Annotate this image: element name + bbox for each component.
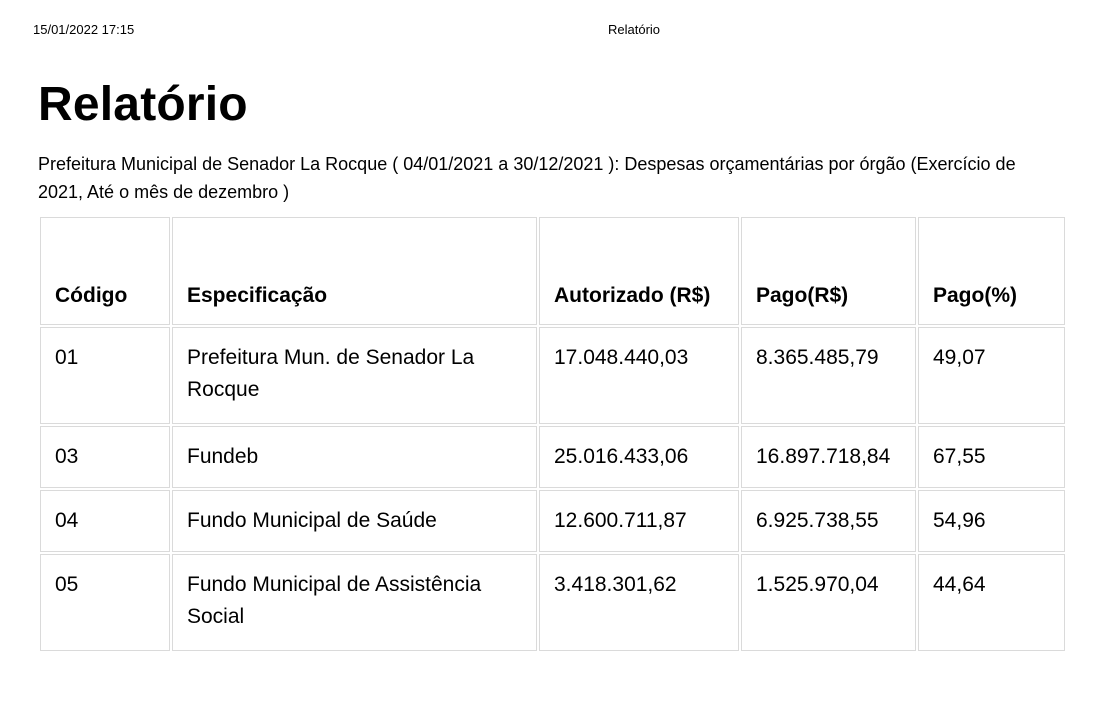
cell-codigo: 03: [40, 426, 170, 488]
cell-codigo: 04: [40, 490, 170, 552]
cell-autorizado: 25.016.433,06: [539, 426, 739, 488]
print-header: 15/01/2022 17:15 Relatório: [0, 22, 1101, 40]
print-datetime: 15/01/2022 17:15: [33, 22, 135, 37]
cell-pago-percentual: 49,07: [918, 327, 1065, 424]
cell-pago-percentual: 54,96: [918, 490, 1065, 552]
cell-pago-valor: 8.365.485,79: [741, 327, 916, 424]
cell-pago-percentual: 44,64: [918, 554, 1065, 651]
cell-pago-valor: 6.925.738,55: [741, 490, 916, 552]
cell-especificacao: Prefeitura Mun. de Senador La Rocque: [172, 327, 537, 424]
report-subtitle: Prefeitura Municipal de Senador La Rocqu…: [38, 154, 1016, 202]
expenses-table: Código Especificação Autorizado (R$) Pag…: [38, 215, 1067, 653]
column-header-codigo: Código: [40, 217, 170, 325]
cell-autorizado: 12.600.711,87: [539, 490, 739, 552]
table-row: 05 Fundo Municipal de Assistência Social…: [40, 554, 1065, 651]
column-header-autorizado: Autorizado (R$): [539, 217, 739, 325]
column-header-pago-percentual: Pago(%): [918, 217, 1065, 325]
cell-codigo: 01: [40, 327, 170, 424]
table-row: 03 Fundeb 25.016.433,06 16.897.718,84 67…: [40, 426, 1065, 488]
cell-especificacao: Fundeb: [172, 426, 537, 488]
cell-autorizado: 3.418.301,62: [539, 554, 739, 651]
cell-pago-percentual: 67,55: [918, 426, 1065, 488]
table-row: 04 Fundo Municipal de Saúde 12.600.711,8…: [40, 490, 1065, 552]
cell-autorizado: 17.048.440,03: [539, 327, 739, 424]
cell-especificacao: Fundo Municipal de Assistência Social: [172, 554, 537, 651]
cell-codigo: 05: [40, 554, 170, 651]
cell-especificacao: Fundo Municipal de Saúde: [172, 490, 537, 552]
table-header-row: Código Especificação Autorizado (R$) Pag…: [40, 217, 1065, 325]
cell-pago-valor: 1.525.970,04: [741, 554, 916, 651]
column-header-especificacao: Especificação: [172, 217, 537, 325]
column-header-pago-valor: Pago(R$): [741, 217, 916, 325]
table-row: 01 Prefeitura Mun. de Senador La Rocque …: [40, 327, 1065, 424]
cell-pago-valor: 16.897.718,84: [741, 426, 916, 488]
print-page-title: Relatório: [608, 22, 661, 37]
report-title: Relatório: [38, 78, 248, 131]
